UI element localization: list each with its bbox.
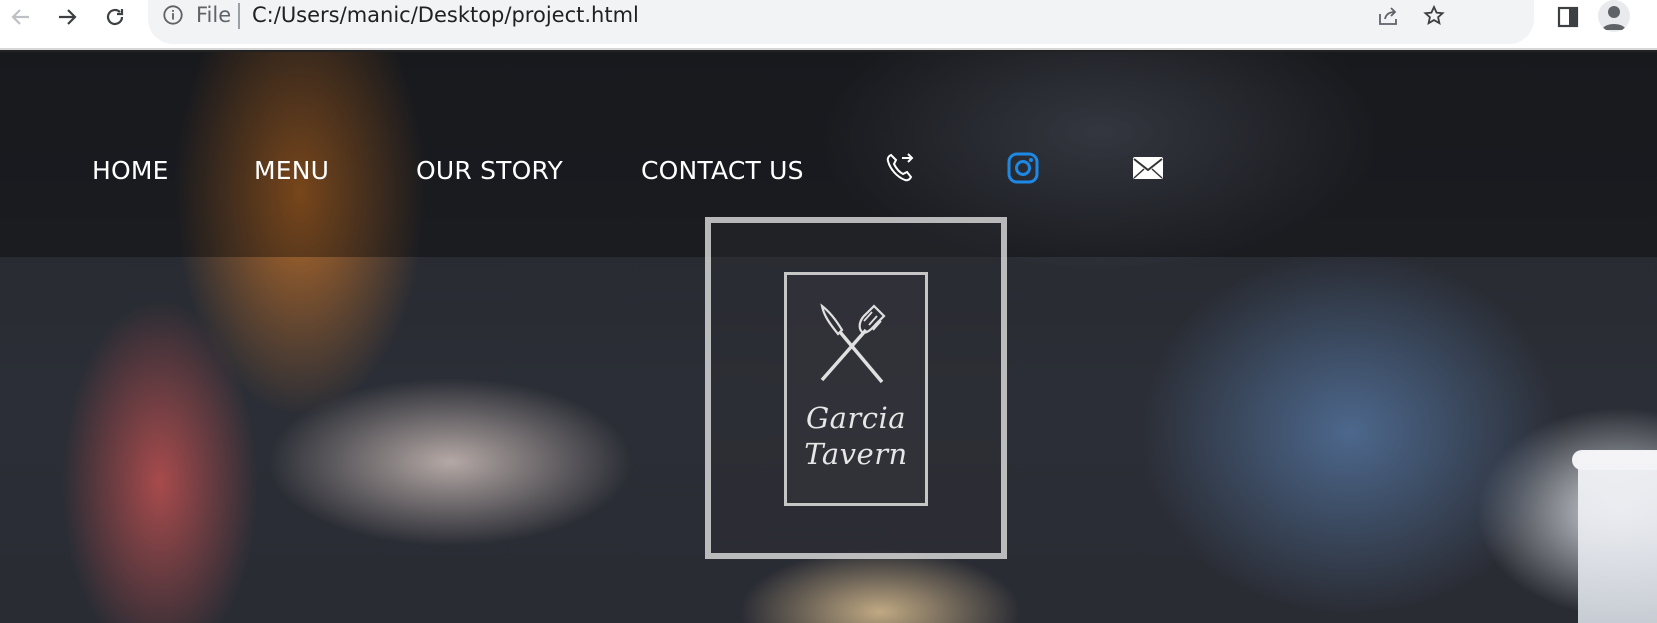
side-panel-icon (1557, 6, 1579, 28)
divider (238, 3, 240, 29)
reload-icon (106, 8, 124, 26)
nav-contact-us-link[interactable]: CONTACT US (641, 156, 804, 185)
profile-icon (1602, 6, 1626, 30)
nav-home-link[interactable]: HOME (92, 156, 169, 185)
cutlery-icon (820, 303, 886, 384)
nav-our-story-link[interactable]: OUR STORY (416, 156, 563, 185)
phone-icon[interactable] (882, 150, 918, 186)
address-bar[interactable]: File C:/Users/manic/Desktop/project.html (148, 0, 1534, 44)
back-arrow-icon (11, 9, 29, 25)
hero-section: HOME MENU OUR STORY CONTACT US Garcia Ta… (0, 52, 1657, 623)
logo-name-line1: Garcia (805, 401, 907, 435)
forward-arrow-icon (59, 9, 77, 25)
url-text[interactable]: C:/Users/manic/Desktop/project.html (252, 3, 639, 27)
star-icon[interactable] (1422, 4, 1446, 28)
instagram-icon[interactable] (1005, 150, 1041, 186)
scheme-label: File (196, 3, 232, 27)
info-icon[interactable] (162, 4, 184, 26)
profile-button[interactable] (1598, 0, 1630, 32)
reload-button[interactable] (100, 2, 130, 32)
forward-button[interactable] (52, 2, 82, 32)
email-icon[interactable] (1130, 150, 1166, 186)
back-button[interactable] (6, 2, 36, 32)
browser-toolbar: File C:/Users/manic/Desktop/project.html (0, 0, 1657, 50)
logo-name-line2: Tavern (804, 437, 908, 471)
blurred-cup (1578, 452, 1657, 623)
share-icon[interactable] (1376, 4, 1400, 28)
nav-menu-link[interactable]: MENU (254, 156, 329, 185)
side-panel-button[interactable] (1553, 2, 1583, 32)
